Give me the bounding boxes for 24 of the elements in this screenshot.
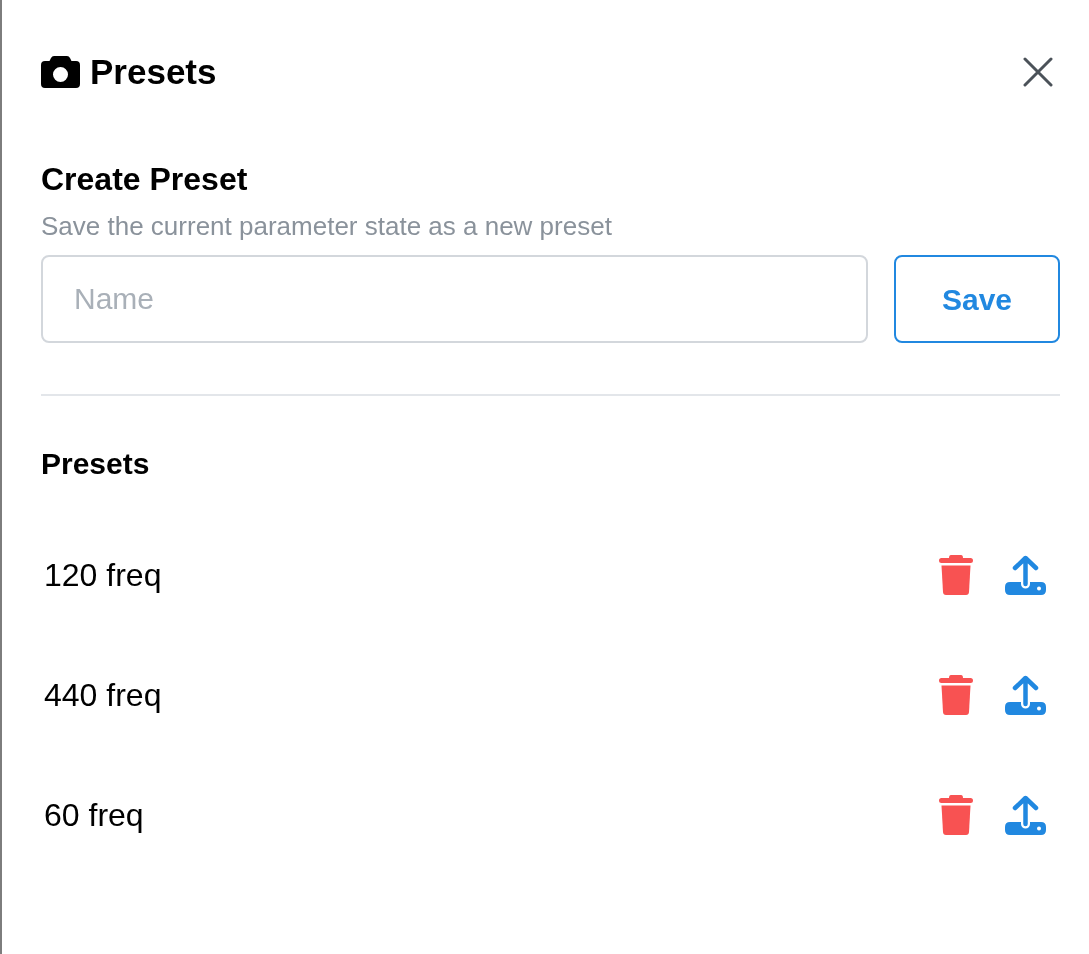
save-button[interactable]: Save (894, 255, 1060, 343)
upload-icon (1005, 555, 1046, 595)
delete-button[interactable] (939, 795, 973, 835)
close-icon (1023, 57, 1053, 87)
trash-icon (939, 795, 973, 835)
preset-name: 440 freq (44, 676, 162, 714)
list-title: Presets (41, 446, 151, 482)
load-button[interactable] (1005, 555, 1046, 595)
delete-button[interactable] (939, 555, 973, 595)
upload-icon (1005, 675, 1046, 715)
load-button[interactable] (1005, 795, 1046, 835)
section-title: Create Preset (41, 160, 249, 198)
trash-icon (939, 675, 973, 715)
load-button[interactable] (1005, 675, 1046, 715)
section-description: Save the current parameter state as a new preset (41, 210, 613, 242)
trash-icon (939, 555, 973, 595)
delete-button[interactable] (939, 675, 973, 715)
panel-title: Presets (90, 52, 217, 92)
camera-icon (41, 56, 80, 88)
name-input[interactable]: Name (41, 255, 868, 343)
preset-name: 60 freq (44, 796, 144, 834)
preset-name: 120 freq (44, 556, 162, 594)
close-button[interactable] (1023, 57, 1053, 87)
upload-icon (1005, 795, 1046, 835)
